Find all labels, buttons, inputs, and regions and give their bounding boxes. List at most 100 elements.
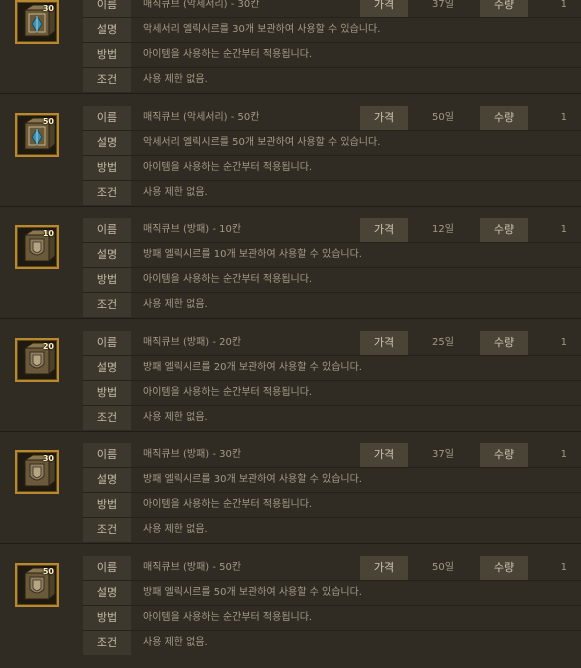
method-value: 아이템을 사용하는 순간부터 적용됩니다. [143,499,313,510]
description-row: 설명 악세서리 엘릭시르를 50개 보관하여 사용할 수 있습니다. [83,131,581,155]
item-entry: 30 이름 매직큐브 (방패) - 30칸 가격 37일 수량 1 설명 방패 엘릭시르를 30… [0,443,581,543]
method-label: 방법 [83,43,131,67]
price-label: 가격 [360,443,408,467]
capacity-badge: 50 [42,567,54,576]
price-value: 37일 [432,0,454,10]
cond-label: 조건 [83,68,131,92]
method-label: 방법 [83,493,131,517]
quantity-label: 수량 [480,443,528,467]
capacity-badge: 20 [42,342,54,351]
cond-label: 조건 [83,181,131,205]
name-label: 이름 [83,218,131,242]
cond-value: 사용 제한 없음. [143,412,208,423]
condition-row: 조건 사용 제한 없음. [83,68,581,92]
quantity-value: 1 [560,0,567,10]
item-entry: 10 이름 매직큐브 (방패) - 10칸 가격 12일 수량 1 설명 방패 엘릭시르를 10… [0,218,581,318]
description-row: 설명 방패 엘릭시르를 30개 보관하여 사용할 수 있습니다. [83,468,581,492]
shield-cube-icon: 30 [15,450,59,494]
item-entry: 30 이름 매직큐브 (악세서리) - 30칸 가격 37일 수량 1 설명 악세서리 엘릭시르… [0,0,581,93]
desc-label: 설명 [83,581,131,605]
desc-label: 설명 [83,468,131,492]
method-label: 방법 [83,381,131,405]
capacity-badge: 30 [42,4,54,13]
cond-value: 사용 제한 없음. [143,637,208,648]
description-row: 설명 방패 엘릭시르를 50개 보관하여 사용할 수 있습니다. [83,581,581,605]
desc-label: 설명 [83,131,131,155]
item-name: 매직큐브 (악세서리) - 50칸 [143,112,260,123]
condition-row: 조건 사용 제한 없음. [83,293,581,317]
cond-value: 사용 제한 없음. [143,187,208,198]
name-label: 이름 [83,556,131,580]
name-row: 이름 매직큐브 (방패) - 50칸 가격 50일 수량 1 [83,556,581,580]
quantity-label: 수량 [480,0,528,17]
desc-value: 방패 엘릭시르를 10개 보관하여 사용할 수 있습니다. [143,249,362,260]
name-row: 이름 매직큐브 (악세서리) - 30칸 가격 37일 수량 1 [83,0,581,17]
price-label: 가격 [360,556,408,580]
quantity-value: 1 [560,337,567,348]
cond-label: 조건 [83,518,131,542]
cond-label: 조건 [83,406,131,430]
accessory-cube-icon: 50 [15,113,59,157]
desc-label: 설명 [83,18,131,42]
shield-cube-icon: 20 [15,338,59,382]
item-divider [0,206,581,207]
item-name: 매직큐브 (악세서리) - 30칸 [143,0,260,10]
cond-value: 사용 제한 없음. [143,524,208,535]
cond-label: 조건 [83,631,131,655]
item-divider [0,431,581,432]
item-name: 매직큐브 (방패) - 10칸 [143,224,242,235]
quantity-value: 1 [560,224,567,235]
item-name: 매직큐브 (방패) - 30칸 [143,449,242,460]
quantity-value: 1 [560,449,567,460]
name-row: 이름 매직큐브 (방패) - 10칸 가격 12일 수량 1 [83,218,581,242]
method-row: 방법 아이템을 사용하는 순간부터 적용됩니다. [83,43,581,67]
method-label: 방법 [83,268,131,292]
name-label: 이름 [83,331,131,355]
method-row: 방법 아이템을 사용하는 순간부터 적용됩니다. [83,493,581,517]
condition-row: 조건 사용 제한 없음. [83,518,581,542]
desc-value: 방패 엘릭시르를 50개 보관하여 사용할 수 있습니다. [143,587,362,598]
price-value: 12일 [432,224,454,235]
item-entry: 20 이름 매직큐브 (방패) - 20칸 가격 25일 수량 1 설명 방패 엘릭시르를 20… [0,331,581,431]
quantity-value: 1 [560,562,567,573]
method-row: 방법 아이템을 사용하는 순간부터 적용됩니다. [83,156,581,180]
quantity-label: 수량 [480,106,528,130]
quantity-label: 수량 [480,218,528,242]
name-label: 이름 [83,0,131,17]
quantity-label: 수량 [480,556,528,580]
accessory-cube-icon: 30 [15,0,59,44]
desc-value: 악세서리 엘릭시르를 50개 보관하여 사용할 수 있습니다. [143,137,381,148]
price-value: 37일 [432,449,454,460]
price-value: 25일 [432,337,454,348]
cond-label: 조건 [83,293,131,317]
name-row: 이름 매직큐브 (방패) - 20칸 가격 25일 수량 1 [83,331,581,355]
item-entry: 50 이름 매직큐브 (방패) - 50칸 가격 50일 수량 1 설명 방패 엘릭시르를 50… [0,556,581,656]
price-label: 가격 [360,0,408,17]
condition-row: 조건 사용 제한 없음. [83,631,581,655]
item-entry: 50 이름 매직큐브 (악세서리) - 50칸 가격 50일 수량 1 설명 악세서리 엘릭시르… [0,106,581,206]
name-label: 이름 [83,443,131,467]
cond-value: 사용 제한 없음. [143,74,208,85]
name-label: 이름 [83,106,131,130]
desc-value: 방패 엘릭시르를 20개 보관하여 사용할 수 있습니다. [143,362,362,373]
method-value: 아이템을 사용하는 순간부터 적용됩니다. [143,274,313,285]
method-value: 아이템을 사용하는 순간부터 적용됩니다. [143,162,313,173]
method-row: 방법 아이템을 사용하는 순간부터 적용됩니다. [83,268,581,292]
price-label: 가격 [360,331,408,355]
price-label: 가격 [360,218,408,242]
method-value: 아이템을 사용하는 순간부터 적용됩니다. [143,49,313,60]
item-divider [0,318,581,319]
desc-label: 설명 [83,356,131,380]
description-row: 설명 악세서리 엘릭시르를 30개 보관하여 사용할 수 있습니다. [83,18,581,42]
method-value: 아이템을 사용하는 순간부터 적용됩니다. [143,387,313,398]
description-row: 설명 방패 엘릭시르를 20개 보관하여 사용할 수 있습니다. [83,356,581,380]
capacity-badge: 50 [42,117,54,126]
method-value: 아이템을 사용하는 순간부터 적용됩니다. [143,612,313,623]
item-name: 매직큐브 (방패) - 50칸 [143,562,242,573]
cond-value: 사용 제한 없음. [143,299,208,310]
condition-row: 조건 사용 제한 없음. [83,181,581,205]
method-row: 방법 아이템을 사용하는 순간부터 적용됩니다. [83,381,581,405]
price-label: 가격 [360,106,408,130]
item-name: 매직큐브 (방패) - 20칸 [143,337,242,348]
method-label: 방법 [83,606,131,630]
